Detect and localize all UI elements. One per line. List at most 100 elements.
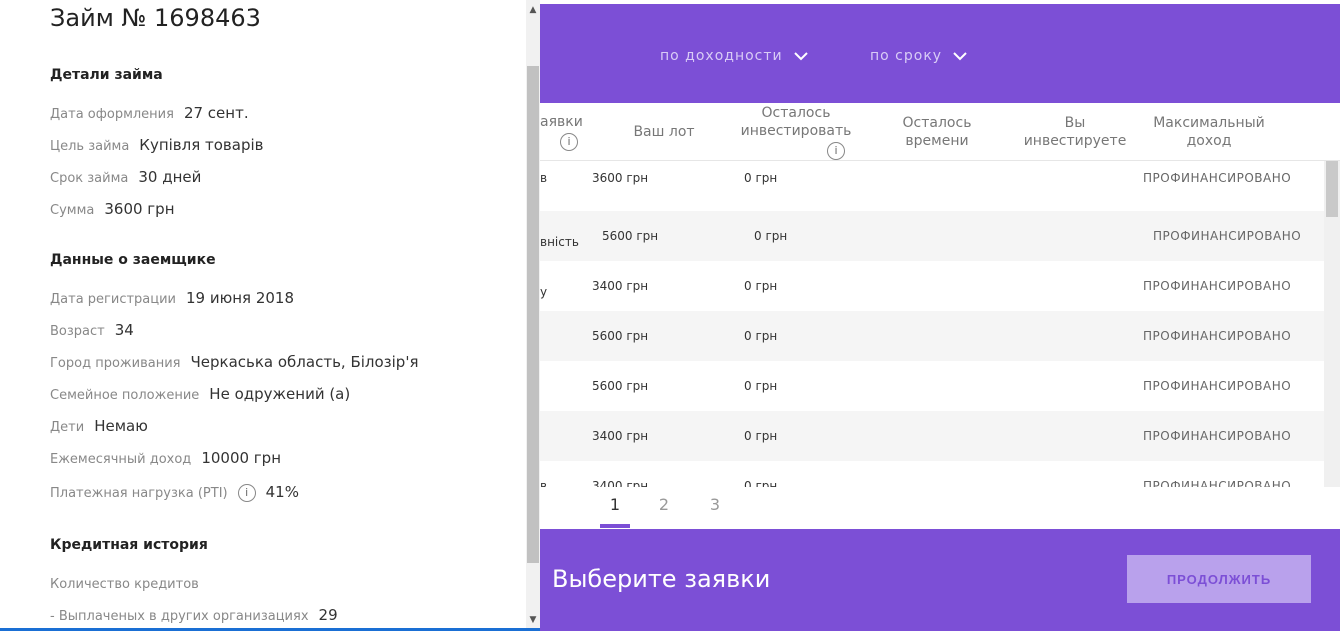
loan-title: Займ № 1698463	[50, 4, 261, 32]
loan-purpose-label: Цель займа	[50, 139, 130, 154]
active-page-indicator	[600, 524, 630, 528]
credit-count-label: Количество кредитов	[50, 577, 199, 592]
chevron-down-icon	[793, 52, 808, 61]
table-row[interactable]: в 3400 грн 0 грн ПРОФИНАНСИРОВАНО	[540, 461, 1324, 487]
cell-lot: 3600 грн	[592, 171, 649, 185]
panel-scrollbar-thumb[interactable]	[527, 66, 539, 563]
children-label: Дети	[50, 420, 85, 435]
page-3-link[interactable]: 3	[700, 495, 730, 514]
table-scrollbar[interactable]	[1324, 161, 1340, 487]
income-value: 10000 грн	[201, 449, 282, 467]
cell-purpose: в	[540, 171, 548, 185]
status-badge: ПРОФИНАНСИРОВАНО	[1143, 479, 1292, 487]
table-scrollbar-thumb[interactable]	[1326, 161, 1338, 217]
credit-count-row: Количество кредитов	[50, 573, 209, 592]
header-remaining-invest-label: Осталось инвестировать	[740, 105, 852, 139]
loan-date-value: 27 сент.	[183, 104, 249, 122]
cell-remaining: 0 грн	[744, 329, 778, 343]
status-badge: ПРОФИНАНСИРОВАНО	[1153, 229, 1302, 243]
table-row[interactable]: 5600 грн 0 грн ПРОФИНАНСИРОВАНО	[540, 311, 1324, 361]
loan-term-value: 30 дней	[138, 168, 202, 186]
filter-bar: по доходности по сроку	[540, 4, 1340, 103]
marital-label: Семейное положение	[50, 388, 200, 403]
cell-remaining: 0 грн	[754, 229, 788, 243]
page-2-link[interactable]: 2	[649, 495, 679, 514]
cell-lot: 5600 грн	[592, 329, 649, 343]
children-value: Немаю	[94, 417, 148, 435]
city-value: Черкаська область, Білозір'я	[190, 353, 419, 371]
continue-button[interactable]: ПРОДОЛЖИТЬ	[1127, 555, 1311, 603]
loan-term-label: Срок займа	[50, 171, 129, 186]
reg-date-row: Дата регистрации 19 июня 2018	[50, 288, 294, 307]
cell-lot: 5600 грн	[602, 229, 659, 243]
header-max-income: Максимальный доход	[1153, 115, 1265, 149]
cell-lot: 3400 грн	[592, 429, 649, 443]
loan-date-row: Дата оформления 27 сент.	[50, 103, 249, 122]
header-applications: аявки i	[540, 113, 583, 151]
age-row: Возраст 34	[50, 320, 134, 339]
status-badge: ПРОФИНАНСИРОВАНО	[1143, 279, 1292, 293]
sort-by-yield-filter[interactable]: по доходности	[660, 48, 809, 64]
header-remaining-time: Осталось времени	[902, 115, 972, 149]
scroll-down-arrow-icon[interactable]: ▼	[526, 612, 540, 628]
loan-sum-value: 3600 грн	[104, 200, 175, 218]
applications-table: в 3600 грн 0 грн ПРОФИНАНСИРОВАНО вність…	[540, 161, 1324, 487]
age-value: 34	[114, 321, 134, 339]
paid-elsewhere-row: - Выплаченых в других организациях 29	[50, 605, 338, 624]
pti-value: 41%	[265, 483, 299, 501]
sort-by-term-filter[interactable]: по сроку	[870, 48, 968, 64]
cell-lot: 3400 грн	[592, 279, 649, 293]
info-icon[interactable]: i	[560, 133, 578, 151]
cell-remaining: 0 грн	[744, 171, 778, 185]
table-row[interactable]: вність 5600 грн 0 грн ПРОФИНАНСИРОВАНО	[540, 211, 1324, 261]
credit-history-heading: Кредитная история	[50, 537, 208, 553]
chevron-down-icon	[953, 52, 967, 61]
paid-elsewhere-label: - Выплаченых в других организациях	[50, 609, 309, 624]
cell-remaining: 0 грн	[744, 279, 778, 293]
reg-date-label: Дата регистрации	[50, 292, 177, 307]
marital-row: Семейное положение Не одружений (а)	[50, 384, 350, 403]
pti-label: Платежная нагрузка (PTI)	[50, 486, 228, 501]
cell-lot: 5600 грн	[592, 379, 649, 393]
table-header: аявки i Ваш лот Осталось инвестировать i…	[540, 103, 1340, 161]
paid-elsewhere-value: 29	[318, 606, 338, 624]
cell-remaining: 0 грн	[744, 429, 778, 443]
age-label: Возраст	[50, 324, 105, 339]
status-badge: ПРОФИНАНСИРОВАНО	[1143, 329, 1292, 343]
status-badge: ПРОФИНАНСИРОВАНО	[1143, 429, 1292, 443]
status-badge: ПРОФИНАНСИРОВАНО	[1143, 171, 1292, 185]
table-row[interactable]: у 3400 грн 0 грн ПРОФИНАНСИРОВАНО	[540, 261, 1324, 311]
income-row: Ежемесячный доход 10000 грн	[50, 448, 281, 467]
header-you-invest: Вы инвестируете	[1023, 115, 1127, 149]
pti-row: Платежная нагрузка (PTI) i 41%	[50, 482, 299, 502]
table-row[interactable]: в 3600 грн 0 грн ПРОФИНАНСИРОВАНО	[540, 161, 1324, 211]
header-applications-label: аявки	[540, 114, 583, 130]
loan-purpose-value: Купівля товарів	[139, 136, 264, 154]
cell-remaining: 0 грн	[744, 479, 778, 487]
pagination: 1 2 3	[540, 487, 1340, 529]
sort-by-term-label: по сроку	[870, 48, 943, 64]
reg-date-value: 19 июня 2018	[186, 289, 295, 307]
loan-detail-panel: Займ № 1698463 Детали займа Дата оформле…	[0, 0, 526, 631]
children-row: Дети Немаю	[50, 416, 148, 435]
city-row: Город проживания Черкаська область, Білоз…	[50, 352, 418, 371]
footer-title: Выберите заявки	[552, 565, 771, 593]
borrower-heading: Данные о заемщике	[50, 252, 216, 268]
info-icon[interactable]: i	[827, 142, 845, 160]
panel-scrollbar[interactable]: ▲ ▼	[526, 0, 540, 631]
cell-remaining: 0 грн	[744, 379, 778, 393]
cell-lot: 3400 грн	[592, 479, 649, 487]
scroll-up-arrow-icon[interactable]: ▲	[526, 2, 540, 18]
loan-purpose-row: Цель займа Купівля товарів	[50, 135, 264, 154]
selection-footer: Выберите заявки ПРОДОЛЖИТЬ	[540, 529, 1340, 631]
header-remaining-invest: Осталось инвестировать i	[736, 104, 856, 160]
loan-sum-row: Сумма 3600 грн	[50, 199, 175, 218]
table-row[interactable]: 3400 грн 0 грн ПРОФИНАНСИРОВАНО	[540, 411, 1324, 461]
info-icon[interactable]: i	[237, 483, 256, 502]
table-row[interactable]: 5600 грн 0 грн ПРОФИНАНСИРОВАНО	[540, 361, 1324, 411]
page-1-link[interactable]: 1	[600, 495, 630, 514]
marital-value: Не одружений (а)	[209, 385, 351, 403]
status-badge: ПРОФИНАНСИРОВАНО	[1143, 379, 1292, 393]
loan-term-row: Срок займа 30 дней	[50, 167, 201, 186]
loan-sum-label: Сумма	[50, 203, 95, 218]
